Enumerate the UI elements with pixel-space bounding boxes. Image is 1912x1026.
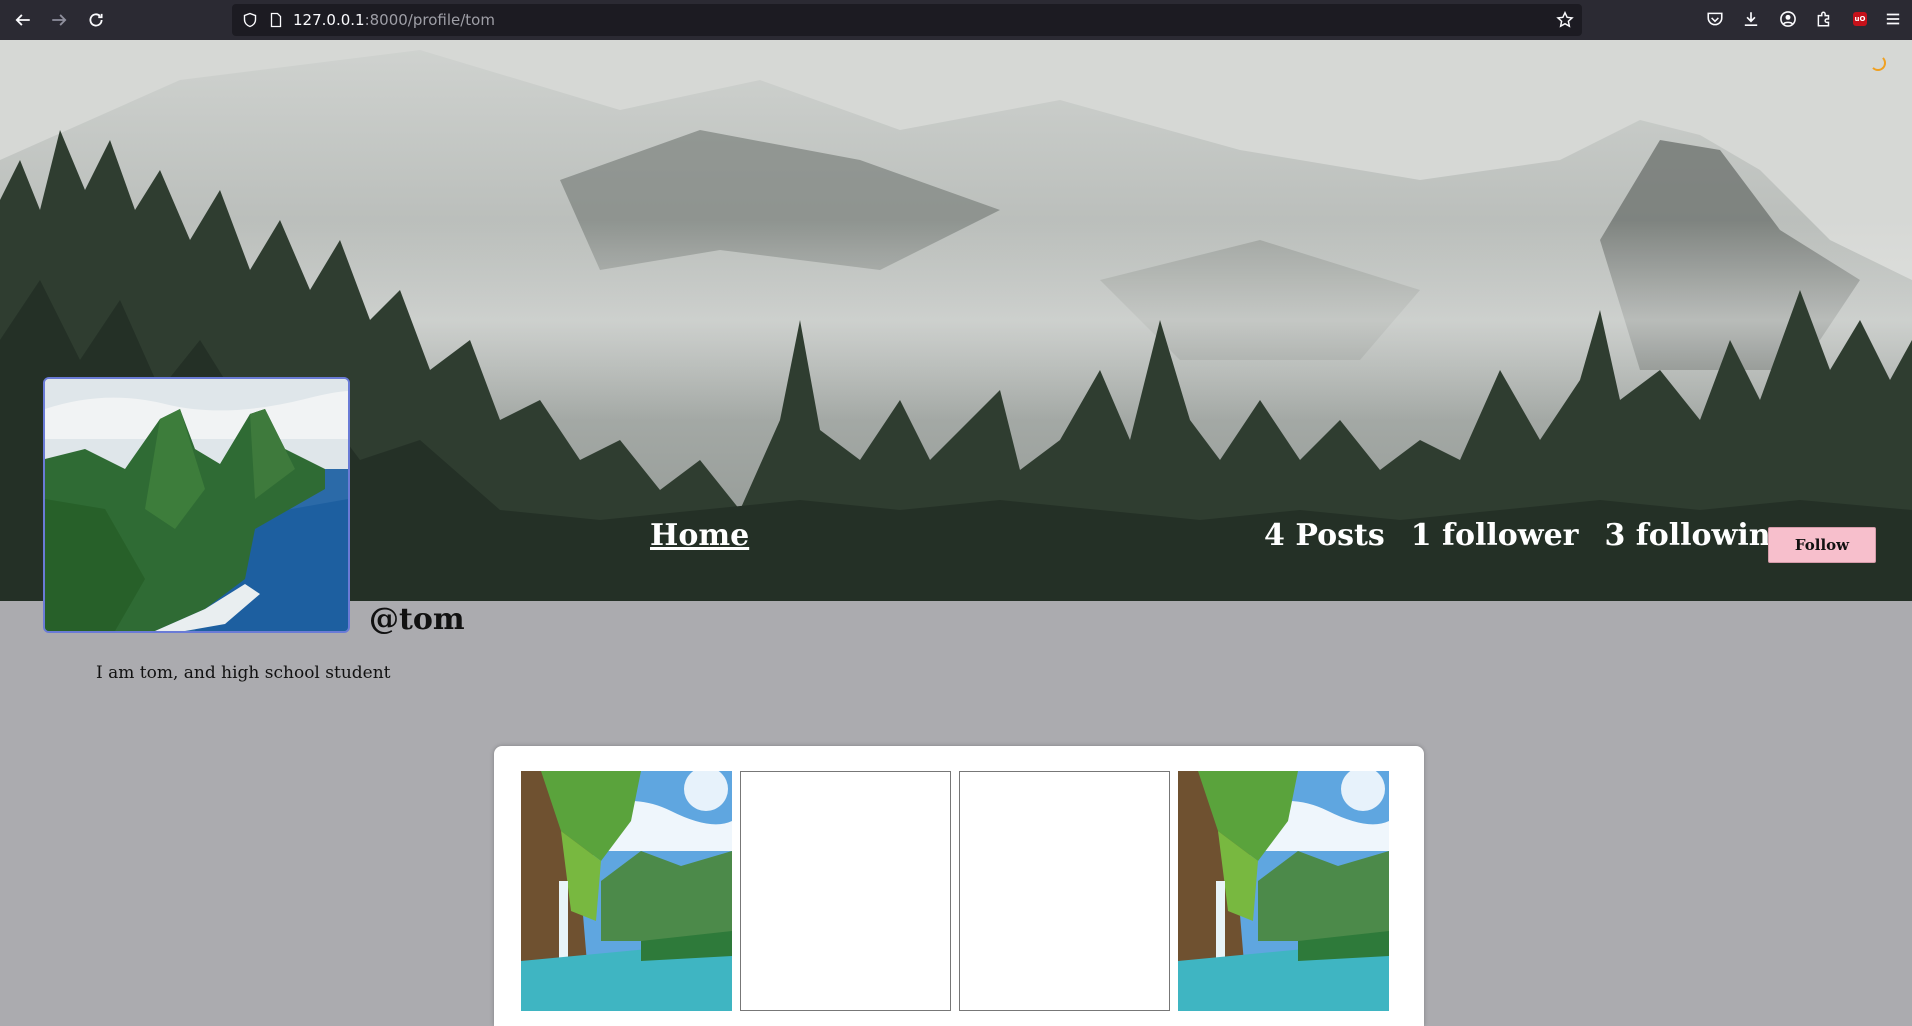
account-icon [1780,11,1796,27]
page-icon[interactable] [268,12,284,28]
reload-icon [89,13,103,27]
posts-count: 4 Posts [1264,518,1385,553]
pocket-icon [1707,12,1723,26]
loading-spinner-icon [1870,55,1886,71]
post-thumbnail-3[interactable] [959,771,1170,1011]
forward-icon [52,14,67,26]
extensions-button[interactable] [1814,9,1834,29]
ublock-icon: uO [1853,12,1867,26]
reload-button[interactable] [84,8,108,32]
downloads-button[interactable] [1741,9,1761,29]
ublock-button[interactable]: uO [1850,9,1870,29]
profile-avatar[interactable] [43,377,350,633]
url-text[interactable]: 127.0.0.1:8000/profile/tom [293,11,495,29]
home-link[interactable]: Home [650,518,749,553]
url-host: 127.0.0.1 [293,11,365,29]
forward-button[interactable] [47,8,71,32]
waterfall-image [1178,771,1389,1011]
extensions-icon [1817,11,1830,27]
post-thumbnail-2[interactable] [740,771,951,1011]
follow-button[interactable]: Follow [1768,527,1876,563]
profile-bio: I am tom, and high school student [96,663,391,683]
avatar-island-illustration [45,379,348,631]
posts-grid [494,746,1424,1026]
account-button[interactable] [1778,9,1798,29]
menu-button[interactable] [1883,9,1903,29]
menu-icon [1886,13,1900,25]
back-button[interactable] [11,8,35,32]
download-icon [1744,12,1758,27]
waterfall-image [521,771,732,1011]
back-icon [15,14,30,26]
post-thumbnail-1[interactable] [521,771,732,1011]
profile-username: @tom [369,602,465,637]
url-bar[interactable]: 127.0.0.1:8000/profile/tom [232,4,1582,36]
pocket-button[interactable] [1705,9,1725,29]
star-icon[interactable] [1556,11,1574,29]
browser-toolbar: 127.0.0.1:8000/profile/tom uO [0,0,1912,40]
post-thumbnail-4[interactable] [1178,771,1389,1011]
profile-stats: 4 Posts 1 follower 3 following [1264,518,1792,553]
url-path: :8000/profile/tom [364,11,495,29]
shield-icon[interactable] [242,12,258,28]
following-count[interactable]: 3 following [1604,518,1791,553]
followers-count[interactable]: 1 follower [1411,518,1579,553]
